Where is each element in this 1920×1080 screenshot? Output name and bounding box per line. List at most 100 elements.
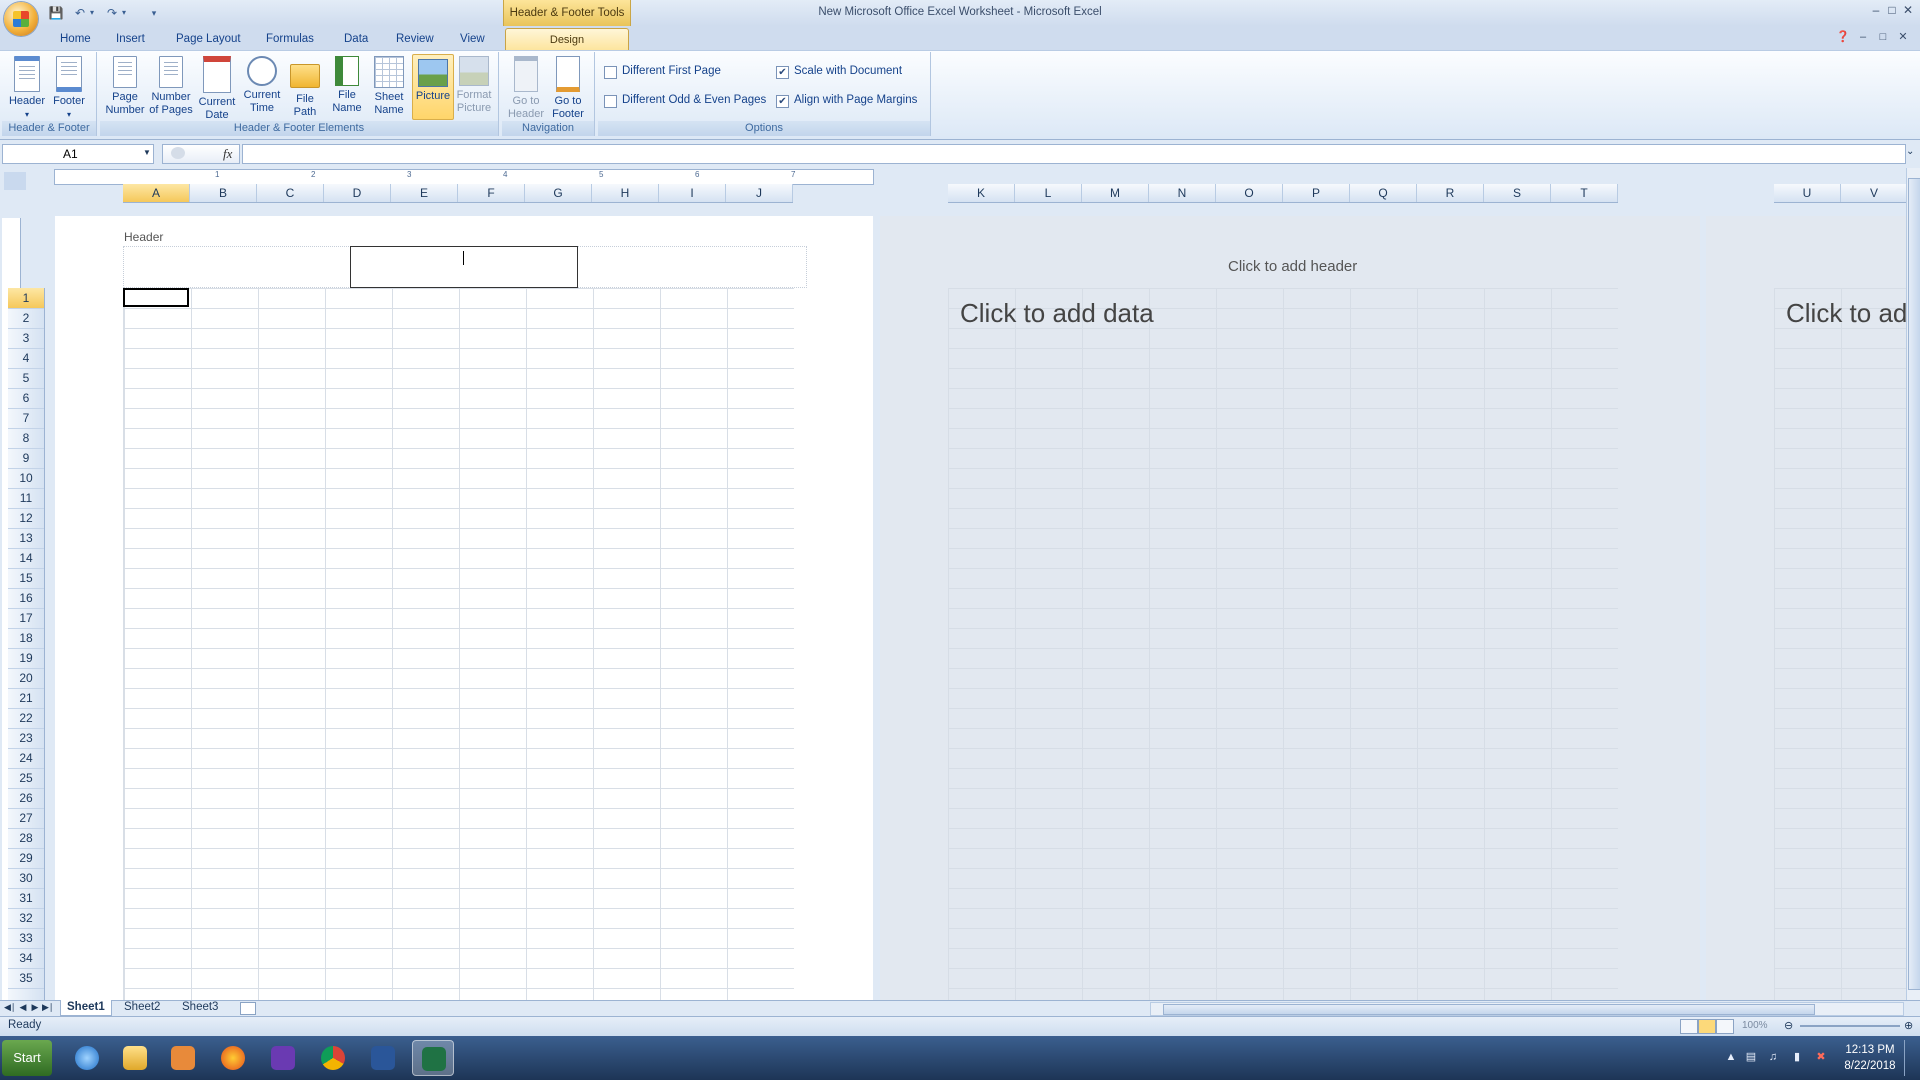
column-header-b[interactable]: B <box>190 184 257 202</box>
file-path-button[interactable]: File Path <box>286 56 324 119</box>
media-player-icon[interactable] <box>162 1040 204 1076</box>
row-header-31[interactable]: 31 <box>8 888 44 909</box>
active-cell-a1[interactable] <box>123 288 189 307</box>
column-header-l[interactable]: L <box>1015 184 1082 202</box>
first-sheet-icon[interactable]: ◀∣ <box>4 1002 15 1013</box>
network-icon[interactable]: ▮ <box>1790 1050 1804 1064</box>
insert-sheet-icon[interactable] <box>240 1002 256 1015</box>
help-icon[interactable]: ❓ <box>1836 30 1850 44</box>
column-header-g[interactable]: G <box>525 184 592 202</box>
column-header-v[interactable]: V <box>1841 184 1908 202</box>
row-header-16[interactable]: 16 <box>8 588 44 609</box>
row-header-2[interactable]: 2 <box>8 308 44 329</box>
alert-icon[interactable]: ✖ <box>1814 1050 1828 1064</box>
row-header-30[interactable]: 30 <box>8 868 44 889</box>
row-header-6[interactable]: 6 <box>8 388 44 409</box>
scale-with-document-checkbox[interactable]: ✔ <box>776 66 789 79</box>
row-header-7[interactable]: 7 <box>8 408 44 429</box>
sheet-tab-sheet3[interactable]: Sheet3 <box>176 1000 224 1015</box>
sheet-tab-sheet2[interactable]: Sheet2 <box>118 1000 166 1015</box>
volume-icon[interactable]: ♫ <box>1766 1050 1780 1064</box>
horizontal-scrollbar[interactable] <box>1150 1002 1904 1016</box>
row-header-10[interactable]: 10 <box>8 468 44 489</box>
scrollbar-thumb[interactable] <box>1908 178 1920 990</box>
column-header-i[interactable]: I <box>659 184 726 202</box>
clock-time[interactable]: 12:13 PM <box>1840 1044 1900 1056</box>
internet-explorer-icon[interactable] <box>66 1040 108 1076</box>
row-header-5[interactable]: 5 <box>8 368 44 389</box>
page-layout-view-icon[interactable] <box>1698 1019 1716 1034</box>
row-header-19[interactable]: 19 <box>8 648 44 669</box>
cell-grid-page-3[interactable] <box>1774 288 1906 1000</box>
formula-input[interactable] <box>242 144 1906 164</box>
chrome-icon[interactable] <box>312 1040 354 1076</box>
chevron-down-icon[interactable]: ▼ <box>143 148 151 157</box>
vertical-scrollbar[interactable] <box>1906 168 1920 1000</box>
cell-grid-page-1[interactable] <box>123 288 794 1000</box>
office-button[interactable] <box>4 2 38 36</box>
row-header-34[interactable]: 34 <box>8 948 44 969</box>
column-header-u[interactable]: U <box>1774 184 1841 202</box>
select-all-button[interactable] <box>4 172 26 190</box>
scrollbar-thumb[interactable] <box>1163 1004 1815 1015</box>
row-header-11[interactable]: 11 <box>8 488 44 509</box>
click-to-add-data[interactable]: Click to add data <box>960 298 1154 329</box>
row-header-21[interactable]: 21 <box>8 688 44 709</box>
header-button[interactable]: Header ▾ <box>6 56 48 121</box>
row-header-18[interactable]: 18 <box>8 628 44 649</box>
tab-page-layout[interactable]: Page Layout <box>174 30 243 48</box>
column-header-r[interactable]: R <box>1417 184 1484 202</box>
tray-chevron-icon[interactable]: ▲ <box>1724 1050 1738 1064</box>
tab-design[interactable]: Design <box>505 28 629 51</box>
different-odd-even-checkbox[interactable] <box>604 95 617 108</box>
row-header-13[interactable]: 13 <box>8 528 44 549</box>
column-header-d[interactable]: D <box>324 184 391 202</box>
tray-device-icon[interactable]: ▤ <box>1744 1050 1758 1064</box>
header-center-section[interactable] <box>350 246 578 288</box>
column-header-q[interactable]: Q <box>1350 184 1417 202</box>
row-header-24[interactable]: 24 <box>8 748 44 769</box>
column-header-h[interactable]: H <box>592 184 659 202</box>
row-header-3[interactable]: 3 <box>8 328 44 349</box>
row-header-14[interactable]: 14 <box>8 548 44 569</box>
tab-insert[interactable]: Insert <box>114 30 147 48</box>
column-header-n[interactable]: N <box>1149 184 1216 202</box>
zoom-in-icon[interactable]: ⊕ <box>1904 1019 1913 1032</box>
prev-sheet-icon[interactable]: ◀ <box>18 1002 28 1013</box>
row-header-26[interactable]: 26 <box>8 788 44 809</box>
tab-home[interactable]: Home <box>58 30 93 48</box>
visual-studio-icon[interactable] <box>262 1040 304 1076</box>
row-header-23[interactable]: 23 <box>8 728 44 749</box>
current-date-button[interactable]: Current Date <box>196 56 238 122</box>
column-header-j[interactable]: J <box>726 184 793 202</box>
normal-view-icon[interactable] <box>1680 1019 1698 1034</box>
firefox-icon[interactable] <box>212 1040 254 1076</box>
tab-data[interactable]: Data <box>342 30 370 48</box>
minimize-icon[interactable]: – <box>1868 3 1884 17</box>
row-header-4[interactable]: 4 <box>8 348 44 369</box>
go-to-header-button[interactable]: Go to Header <box>506 56 546 121</box>
row-header-22[interactable]: 22 <box>8 708 44 729</box>
tab-formulas[interactable]: Formulas <box>264 30 316 48</box>
tab-view[interactable]: View <box>458 30 487 48</box>
column-header-m[interactable]: M <box>1082 184 1149 202</box>
column-header-p[interactable]: P <box>1283 184 1350 202</box>
page-number-button[interactable]: Page Number <box>104 56 146 117</box>
maximize-icon[interactable]: □ <box>1884 3 1900 17</box>
footer-button[interactable]: Footer ▾ <box>48 56 90 121</box>
close-icon[interactable]: ✕ <box>1900 3 1916 17</box>
align-with-margins-checkbox[interactable]: ✔ <box>776 95 789 108</box>
row-header-17[interactable]: 17 <box>8 608 44 629</box>
row-header-1[interactable]: 1 <box>8 288 44 309</box>
last-sheet-icon[interactable]: ▶∣ <box>42 1002 53 1013</box>
workbook-close-icon[interactable]: ✕ <box>1896 30 1910 44</box>
column-header-a[interactable]: A <box>123 184 190 202</box>
format-picture-button[interactable]: Format Picture <box>452 56 496 115</box>
click-to-add-data-page-3[interactable]: Click to add <box>1786 298 1906 329</box>
column-header-c[interactable]: C <box>257 184 324 202</box>
workbook-minimize-icon[interactable]: – <box>1856 30 1870 44</box>
row-header-28[interactable]: 28 <box>8 828 44 849</box>
show-desktop-button[interactable] <box>1904 1040 1919 1076</box>
insert-function-icon[interactable]: fx <box>223 146 232 162</box>
number-of-pages-button[interactable]: Number of Pages <box>148 56 194 117</box>
